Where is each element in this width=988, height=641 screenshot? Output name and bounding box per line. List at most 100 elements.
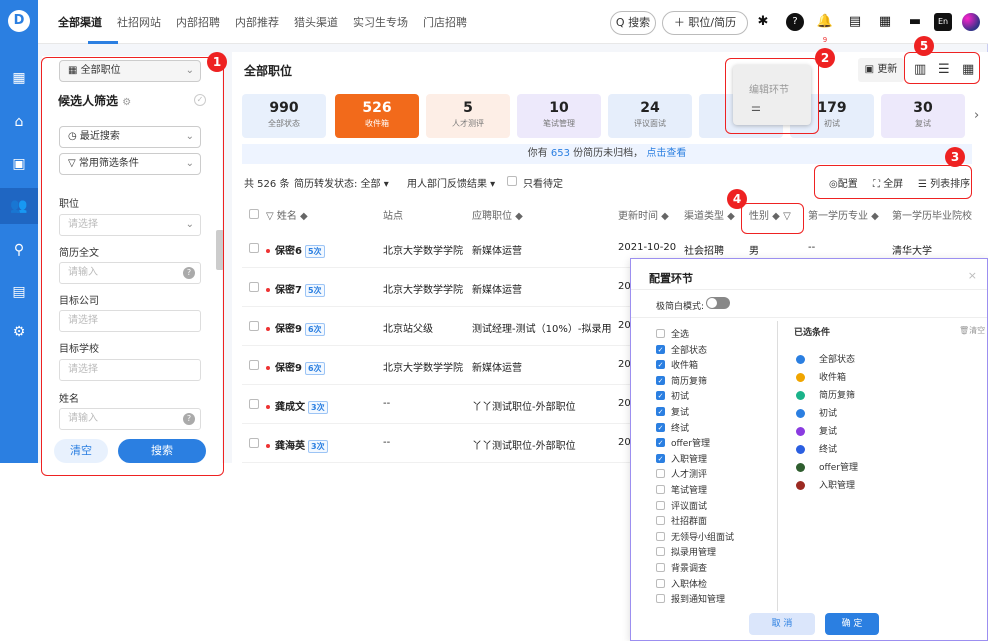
only-pending-checkbox[interactable]: [507, 176, 517, 186]
stage-option[interactable]: ✓ 收件箱: [656, 360, 698, 374]
simple-mode-toggle[interactable]: [706, 297, 730, 309]
selected-item[interactable]: 收件箱: [796, 370, 846, 383]
stage-option[interactable]: 背景调查: [656, 563, 707, 577]
nav-candidates-icon[interactable]: 👥: [0, 188, 38, 224]
selected-item[interactable]: 全部状态: [796, 352, 855, 365]
stage-option[interactable]: ✓ 初试: [656, 391, 689, 405]
calendar-icon[interactable]: ▦: [876, 13, 894, 31]
candidate-name[interactable]: 龚成文 3次: [266, 398, 328, 414]
option-checkbox[interactable]: [656, 531, 665, 541]
col-header-job[interactable]: 应聘职位 ◆: [472, 207, 523, 222]
tab-social-sites[interactable]: 社招网站: [117, 14, 161, 30]
chevron-right-icon[interactable]: ›: [974, 108, 979, 123]
stat-talent-eval[interactable]: 5 人才测评: [426, 94, 510, 138]
option-checkbox[interactable]: [656, 500, 665, 510]
row-checkbox[interactable]: [249, 438, 259, 448]
stat-second-interview[interactable]: 30 复试: [881, 94, 965, 138]
avatar[interactable]: [962, 13, 980, 31]
col-header-name[interactable]: ▽ 姓名 ◆: [266, 207, 308, 222]
candidate-name[interactable]: 保密9 6次: [266, 320, 325, 336]
stage-option[interactable]: ✓ 终试: [656, 422, 689, 437]
stage-option[interactable]: ✓ 复试: [656, 407, 689, 421]
notice-link[interactable]: 点击查看: [646, 148, 686, 159]
option-checkbox[interactable]: ✓: [656, 438, 665, 448]
option-checkbox[interactable]: [656, 578, 665, 588]
search-button[interactable]: Q 搜索: [610, 11, 656, 35]
nav-briefcase-icon[interactable]: ▣: [0, 146, 38, 182]
selected-item[interactable]: 简历复筛: [796, 388, 855, 401]
option-checkbox[interactable]: [656, 547, 665, 557]
option-checkbox[interactable]: ✓: [656, 375, 665, 385]
option-checkbox[interactable]: ✓: [656, 344, 665, 354]
selected-item[interactable]: 复试: [796, 424, 837, 437]
selected-item[interactable]: offer管理: [796, 460, 858, 473]
cancel-button[interactable]: 取 消: [749, 613, 815, 635]
col-header-channel[interactable]: 渠道类型 ◆: [684, 207, 735, 222]
tab-intern[interactable]: 实习生专场: [353, 14, 408, 30]
col-header-site[interactable]: 站点: [383, 207, 403, 222]
selected-item[interactable]: 初试: [796, 406, 837, 419]
calculator-icon[interactable]: ▤: [846, 13, 864, 31]
option-checkbox[interactable]: [656, 516, 665, 526]
close-icon[interactable]: ×: [968, 269, 977, 282]
stage-option[interactable]: ✓ 全部状态: [656, 344, 707, 359]
clear-selected-button[interactable]: 🗑清空: [959, 325, 985, 336]
option-checkbox[interactable]: [656, 469, 665, 479]
row-checkbox[interactable]: [249, 243, 259, 253]
stage-option[interactable]: 评议面试: [656, 500, 707, 515]
candidate-name[interactable]: 保密7 5次: [266, 281, 325, 297]
folder-icon[interactable]: ▬: [906, 13, 924, 31]
stage-option[interactable]: ✓ offer管理: [656, 438, 710, 452]
select-all-checkbox[interactable]: [249, 209, 259, 219]
nav-talent-icon[interactable]: ⚲: [0, 232, 38, 268]
selected-item[interactable]: 终试: [796, 442, 837, 455]
nav-home-icon[interactable]: ⌂: [0, 104, 38, 140]
candidate-name[interactable]: 龚海英 3次: [266, 437, 328, 453]
forward-status-filter[interactable]: 简历转发状态: 全部 ▾: [294, 175, 389, 190]
stat-all-status[interactable]: 990 全部状态: [242, 94, 326, 138]
col-header-major[interactable]: 第一学历专业 ◆: [808, 207, 879, 222]
candidate-name[interactable]: 保密9 6次: [266, 359, 325, 375]
nav-report-icon[interactable]: ▤: [0, 274, 38, 310]
option-checkbox[interactable]: ✓: [656, 391, 665, 401]
col-header-updated[interactable]: 更新时间 ◆: [618, 207, 669, 222]
tab-store[interactable]: 门店招聘: [423, 14, 467, 30]
stage-option[interactable]: 拟录用管理: [656, 547, 716, 561]
language-toggle[interactable]: En: [934, 13, 952, 31]
help-icon[interactable]: ?: [786, 13, 804, 31]
confirm-button[interactable]: 确 定: [825, 613, 879, 635]
candidate-name[interactable]: 保密6 5次: [266, 242, 325, 258]
selected-item[interactable]: 入职管理: [796, 478, 855, 491]
stage-option[interactable]: 报到通知管理: [656, 594, 725, 608]
row-checkbox[interactable]: [249, 282, 259, 292]
option-checkbox[interactable]: ✓: [656, 360, 665, 370]
stage-option[interactable]: 社招群面: [656, 516, 707, 530]
stat-inbox[interactable]: 526 收件箱: [335, 94, 419, 138]
option-checkbox[interactable]: [656, 329, 665, 338]
update-button[interactable]: ▣ 更新: [858, 58, 904, 82]
nav-settings-icon[interactable]: ⚙: [0, 314, 38, 350]
stage-option[interactable]: 全选: [656, 329, 689, 343]
tab-headhunter[interactable]: 猎头渠道: [294, 14, 338, 30]
nav-dashboard-icon[interactable]: ▦: [0, 60, 38, 96]
stage-option[interactable]: 入职体检: [656, 578, 707, 593]
col-header-school[interactable]: 第一学历毕业院校: [892, 207, 972, 222]
tab-internal-recruit[interactable]: 内部招聘: [176, 14, 220, 30]
bell-icon[interactable]: 🔔9: [816, 13, 834, 44]
option-checkbox[interactable]: [656, 485, 665, 494]
row-checkbox[interactable]: [249, 321, 259, 331]
stage-option[interactable]: 笔试管理: [656, 485, 707, 499]
add-position-button[interactable]: ＋ 职位/简历: [662, 11, 748, 35]
option-checkbox[interactable]: ✓: [656, 422, 665, 432]
option-checkbox[interactable]: [656, 563, 665, 572]
stage-option[interactable]: ✓ 入职管理: [656, 453, 707, 468]
tab-all-channels[interactable]: 全部渠道: [58, 14, 102, 30]
stage-option[interactable]: ✓ 简历复筛: [656, 375, 707, 390]
option-checkbox[interactable]: ✓: [656, 407, 665, 416]
stat-review-interview[interactable]: 24 评议面试: [608, 94, 692, 138]
option-checkbox[interactable]: [656, 594, 665, 604]
option-checkbox[interactable]: ✓: [656, 453, 665, 463]
row-checkbox[interactable]: [249, 399, 259, 409]
stage-option[interactable]: 无领导小组面试: [656, 531, 734, 546]
stat-written-test[interactable]: 10 笔试管理: [517, 94, 601, 138]
